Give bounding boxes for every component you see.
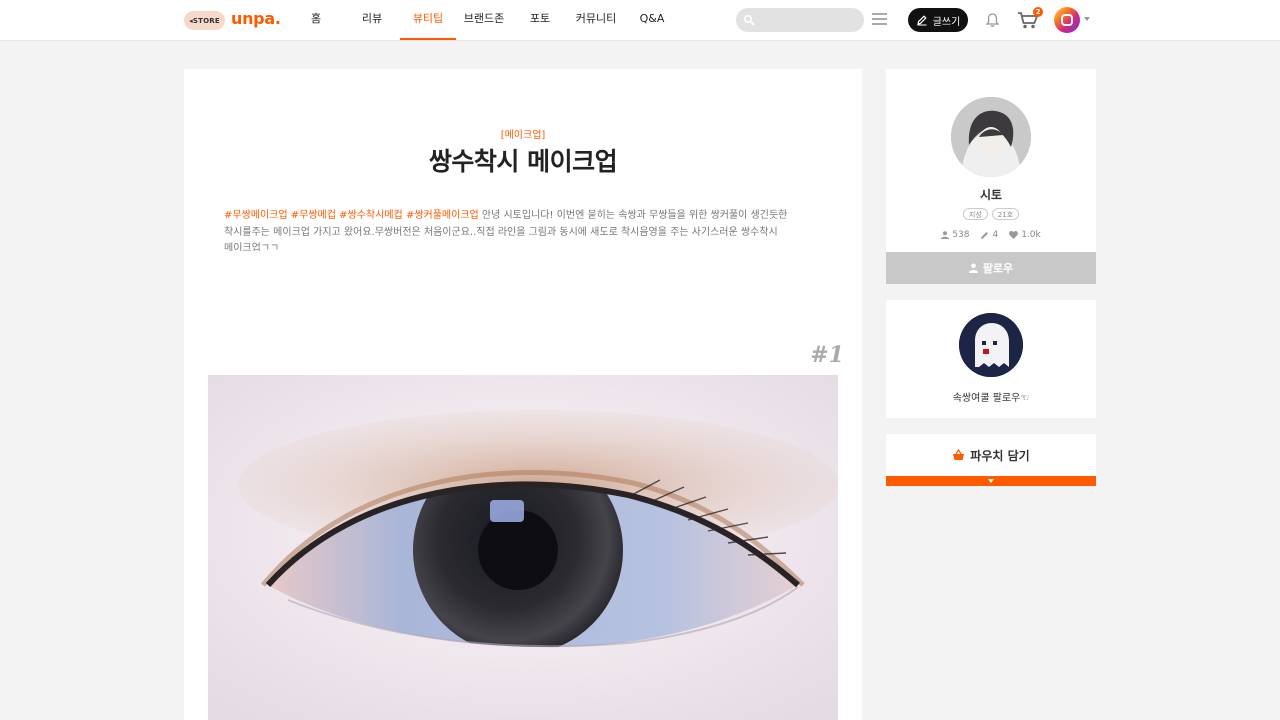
person-icon [941, 231, 950, 239]
nav-qna[interactable]: Q&A [638, 0, 666, 40]
nav-beauty-tip[interactable]: 뷰티팁 [400, 0, 456, 40]
ghost-icon [959, 313, 1023, 377]
bell-icon[interactable] [985, 12, 1000, 28]
user-avatar[interactable] [1054, 7, 1080, 33]
pouch-expand-toggle[interactable] [886, 476, 1096, 486]
posts-stat: 4 [980, 230, 998, 240]
author-avatar[interactable] [951, 97, 1031, 177]
author-profile-card: 시토 지성 21호 538 4 1.0k 팔로우 [886, 69, 1096, 284]
store-button[interactable]: ◂STORE [184, 11, 225, 30]
nav-brand-zone[interactable]: 브랜드존 [462, 0, 506, 40]
pencil-icon [981, 231, 989, 239]
promo-label[interactable]: 속쌍여쿨 팔로우☜ [886, 389, 1096, 404]
avatar-illustration [951, 97, 1031, 177]
pouch-card: 파우치 담기 [886, 434, 1096, 486]
posts-count: 4 [992, 230, 999, 240]
pouch-label: 파우치 담기 [970, 448, 1030, 463]
chevron-down-icon[interactable] [1084, 17, 1090, 21]
promo-card[interactable]: 속쌍여쿨 팔로우☜ [886, 300, 1096, 418]
hashtag[interactable]: #쌍수착시메컵 [339, 210, 403, 221]
person-icon [968, 263, 978, 273]
nav-review[interactable]: 리뷰 [359, 0, 385, 40]
ghost-avatar [959, 313, 1023, 377]
nav-community[interactable]: 커뮤니티 [574, 0, 618, 40]
write-button[interactable]: 글쓰기 [908, 8, 968, 32]
nav-home[interactable]: 홈 [303, 0, 329, 40]
search-input[interactable] [736, 8, 864, 32]
likes-stat: 1.0k [1009, 230, 1041, 240]
skin-type-badge: 지성 [962, 208, 988, 220]
article-panel: [메이크업] 쌍수착시 메이크업 #무쌍메이크업 #무쌍메컵 #쌍수착시메컵 #… [184, 69, 862, 720]
hashtag[interactable]: #무쌍메이크업 [224, 210, 288, 221]
hashtag[interactable]: #쌍커풀메이크업 [406, 210, 479, 221]
author-stats: 538 4 1.0k [886, 230, 1096, 240]
nav-photo[interactable]: 포토 [526, 0, 554, 40]
hashtag[interactable]: #무쌍메컵 [291, 210, 336, 221]
follow-button[interactable]: 팔로우 [886, 252, 1096, 284]
author-username[interactable]: 시토 [886, 186, 1096, 203]
hamburger-menu-icon[interactable] [872, 12, 887, 26]
step-number: #1 [810, 342, 844, 368]
skin-tone-badge: 21호 [991, 208, 1020, 220]
likes-count: 1.0k [1021, 230, 1041, 240]
follow-button-label: 팔로우 [982, 262, 1014, 275]
followers-stat: 538 [941, 230, 969, 240]
heart-icon [1009, 231, 1019, 239]
top-header: ◂STORE unpa. 홈 리뷰 뷰티팁 브랜드존 포토 커뮤니티 Q&A 글… [0, 0, 1280, 41]
write-button-label: 글쓰기 [932, 16, 961, 28]
search-icon [743, 14, 755, 26]
eye-makeup-photo [208, 375, 838, 720]
site-logo[interactable]: unpa. [231, 9, 281, 28]
article-intro: #무쌍메이크업 #무쌍메컵 #쌍수착시메컵 #쌍커풀메이크업 안녕 시토입니다!… [224, 208, 824, 251]
eye-illustration [208, 375, 838, 720]
basket-icon [953, 449, 965, 460]
cart-count-badge: 2 [1033, 7, 1043, 17]
followers-count: 538 [952, 230, 970, 240]
author-badges: 지성 21호 [886, 208, 1096, 220]
article-title: 쌍수착시 메이크업 [428, 147, 618, 176]
add-to-pouch-button[interactable]: 파우치 담기 [886, 434, 1096, 476]
article-category[interactable]: [메이크업] [184, 126, 862, 141]
pencil-icon [916, 15, 927, 26]
